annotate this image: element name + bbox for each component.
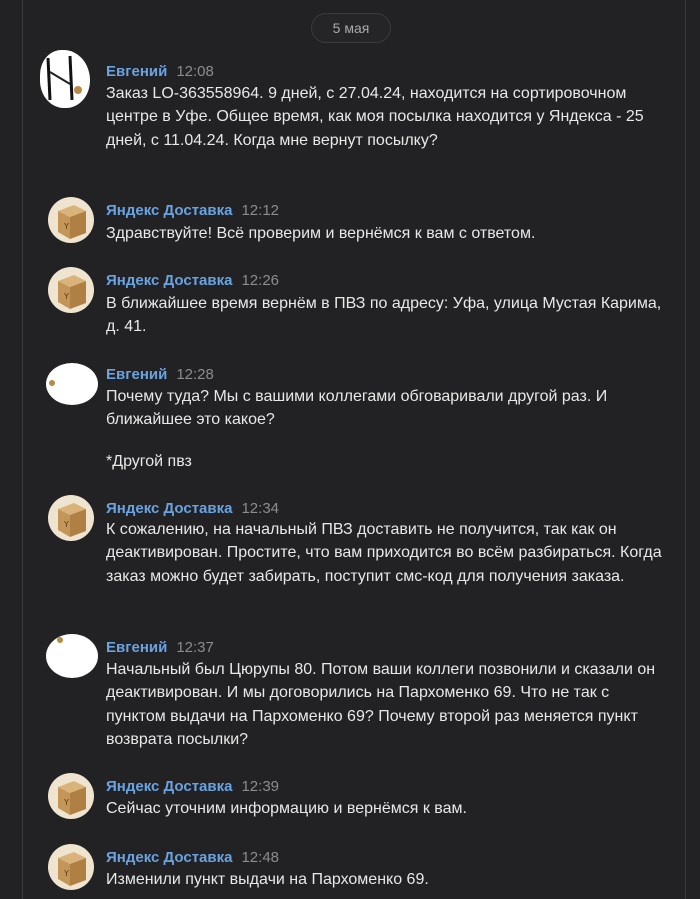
avatar-scribble-icon — [46, 55, 82, 101]
user-avatar-censored[interactable] — [46, 634, 98, 678]
date-separator: 5 мая — [311, 13, 391, 43]
author-name[interactable]: Евгений — [106, 366, 167, 383]
author-name[interactable]: Яндекс Доставка — [106, 849, 232, 866]
parcel-box-icon: Y — [58, 503, 86, 537]
message-text: Начальный был Цюрупы 80. Потом ваши колл… — [106, 658, 666, 751]
author-name[interactable]: Яндекс Доставка — [106, 202, 232, 219]
message-time: 12:08 — [176, 63, 214, 80]
message-paragraph: Сейчас уточним информацию и вернёмся к в… — [106, 800, 467, 817]
message-header: Яндекс Доставка 12:39 — [106, 777, 279, 797]
message-header: Евгений 12:37 — [106, 638, 214, 658]
message-paragraph: Начальный был Цюрупы 80. Потом ваши колл… — [106, 661, 656, 748]
svg-text:Y: Y — [63, 520, 69, 529]
right-border — [685, 0, 686, 899]
author-name[interactable]: Яндекс Доставка — [106, 500, 232, 517]
author-name[interactable]: Яндекс Доставка — [106, 778, 232, 795]
message-text: В ближайшее время вернём в ПВЗ по адресу… — [106, 292, 666, 339]
parcel-box-icon: Y — [58, 205, 86, 239]
parcel-box-icon: Y — [58, 852, 86, 886]
parcel-box-avatar[interactable]: Y — [48, 773, 94, 819]
message-text: Здравствуйте! Всё проверим и вернёмся к … — [106, 222, 666, 245]
message-time: 12:28 — [176, 366, 214, 383]
svg-text:Y: Y — [63, 869, 69, 878]
message-time: 12:39 — [241, 778, 280, 795]
message-paragraph: В ближайшее время вернём в ПВЗ по адресу… — [106, 295, 662, 336]
author-name[interactable]: Яндекс Доставка — [106, 272, 232, 289]
message-text: Заказ LO-363558964. 9 дней, с 27.04.24, … — [106, 82, 666, 152]
svg-text:Y: Y — [63, 222, 69, 231]
svg-text:Y: Y — [63, 292, 69, 301]
message-text: Почему туда? Мы с вашими коллегами обгов… — [106, 385, 666, 473]
message-paragraph: Здравствуйте! Всё проверим и вернёмся к … — [106, 225, 536, 242]
message-text: К сожалению, на начальный ПВЗ доставить … — [106, 518, 666, 588]
parcel-box-icon: Y — [58, 275, 86, 309]
message-time: 12:26 — [241, 272, 280, 289]
user-avatar-censored[interactable] — [46, 363, 98, 405]
avatar-scribble-icon — [49, 380, 55, 386]
message-header: Яндекс Доставка 12:48 — [106, 848, 279, 868]
left-border — [22, 0, 23, 899]
message-paragraph: Изменили пункт выдачи на Пархоменко 69. — [106, 871, 429, 888]
parcel-box-avatar[interactable]: Y — [48, 844, 94, 890]
message-paragraph: Почему туда? Мы с вашими коллегами обгов… — [106, 388, 608, 429]
message-time: 12:37 — [176, 639, 214, 656]
parcel-box-icon: Y — [58, 781, 86, 815]
user-avatar-censored[interactable] — [40, 50, 90, 108]
parcel-box-avatar[interactable]: Y — [48, 495, 94, 541]
message-time: 12:12 — [241, 202, 280, 219]
message-paragraph: *Другой пвз — [106, 452, 192, 470]
message-header: Евгений 12:28 — [106, 365, 214, 385]
message-header: Яндекс Доставка 12:34 — [106, 499, 279, 519]
message-header: Евгений 12:08 — [106, 62, 214, 82]
message-header: Яндекс Доставка 12:12 — [106, 201, 279, 221]
message-time: 12:48 — [241, 849, 280, 866]
parcel-box-avatar[interactable]: Y — [48, 267, 94, 313]
message-paragraph: К сожалению, на начальный ПВЗ доставить … — [106, 521, 662, 585]
svg-text:Y: Y — [63, 798, 69, 807]
message-paragraph: Заказ LO-363558964. 9 дней, с 27.04.24, … — [106, 85, 644, 149]
message-text: Сейчас уточним информацию и вернёмся к в… — [106, 797, 666, 820]
author-name[interactable]: Евгений — [106, 63, 167, 80]
message-header: Яндекс Доставка 12:26 — [106, 271, 279, 291]
avatar-scribble-icon — [57, 637, 63, 643]
message-time: 12:34 — [241, 500, 280, 517]
parcel-box-avatar[interactable]: Y — [48, 197, 94, 243]
author-name[interactable]: Евгений — [106, 639, 167, 656]
message-text: Изменили пункт выдачи на Пархоменко 69. — [106, 868, 666, 891]
